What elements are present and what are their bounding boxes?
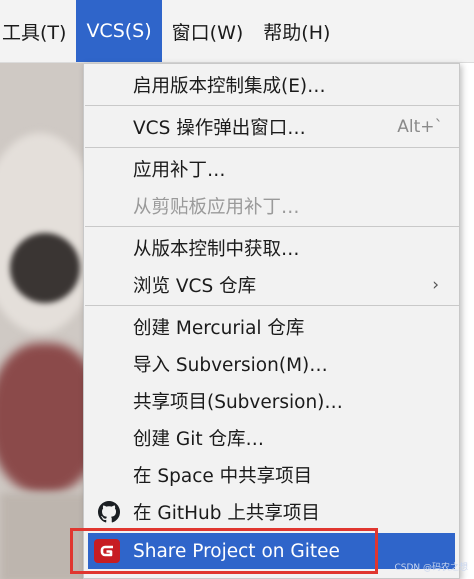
shortcut-label: Alt+` xyxy=(397,116,443,137)
apply-patch-label: 应用补丁… xyxy=(133,159,226,181)
create-mercurial-label: 创建 Mercurial 仓库 xyxy=(133,317,305,339)
menu-tools[interactable]: 工具(T) xyxy=(0,0,76,62)
share-on-github-item[interactable]: 在 GitHub 上共享项目 xyxy=(84,493,459,530)
share-project-subversion-item[interactable]: 共享项目(Subversion)… xyxy=(84,382,459,419)
vcs-popup-label: VCS 操作弹出窗口… xyxy=(133,117,306,139)
create-mercurial-repo-item[interactable]: 创建 Mercurial 仓库 xyxy=(84,308,459,345)
get-from-vcs-label: 从版本控制中获取… xyxy=(133,238,300,260)
chevron-right-icon: › xyxy=(432,274,439,295)
share-gitee-label: Share Project on Gitee xyxy=(133,540,340,562)
menu-help[interactable]: 帮助(H) xyxy=(253,0,340,62)
share-github-label: 在 GitHub 上共享项目 xyxy=(133,502,320,524)
import-subversion-label: 导入 Subversion(M)… xyxy=(133,354,328,376)
create-git-repo-item[interactable]: 创建 Git 仓库… xyxy=(84,419,459,456)
share-subversion-label: 共享项目(Subversion)… xyxy=(133,391,343,413)
apply-patch-clipboard-item: 从剪贴板应用补丁… xyxy=(84,187,459,224)
get-from-vcs-item[interactable]: 从版本控制中获取… xyxy=(84,229,459,266)
apply-patch-clipboard-label: 从剪贴板应用补丁… xyxy=(133,196,300,218)
apply-patch-item[interactable]: 应用补丁… xyxy=(84,150,459,187)
share-in-space-item[interactable]: 在 Space 中共享项目 xyxy=(84,456,459,493)
menu-separator xyxy=(85,105,459,106)
watermark-text: CSDN @码农之想 xyxy=(394,563,468,573)
gitee-icon xyxy=(94,539,120,563)
menu-separator xyxy=(85,147,459,148)
enable-vcs-label: 启用版本控制集成(E)… xyxy=(133,75,326,97)
menu-separator xyxy=(85,305,459,306)
menu-vcs[interactable]: VCS(S) xyxy=(76,0,162,62)
share-space-label: 在 Space 中共享项目 xyxy=(133,465,313,487)
browse-repo-label: 浏览 VCS 仓库 xyxy=(133,275,257,297)
menubar: 工具(T) VCS(S) 窗口(W) 帮助(H) xyxy=(0,0,474,63)
vcs-operations-popup-item[interactable]: VCS 操作弹出窗口… Alt+` xyxy=(84,108,459,145)
create-git-label: 创建 Git 仓库… xyxy=(133,428,264,450)
menu-separator xyxy=(85,226,459,227)
enable-vcs-integration-item[interactable]: 启用版本控制集成(E)… xyxy=(84,66,459,103)
vcs-dropdown-menu: 启用版本控制集成(E)… VCS 操作弹出窗口… Alt+` 应用补丁… 从剪贴… xyxy=(83,63,460,579)
browse-vcs-repo-item[interactable]: 浏览 VCS 仓库 › xyxy=(84,266,459,303)
import-subversion-item[interactable]: 导入 Subversion(M)… xyxy=(84,345,459,382)
background-photo xyxy=(0,63,90,579)
menu-window[interactable]: 窗口(W) xyxy=(162,0,254,62)
github-icon xyxy=(98,501,120,523)
